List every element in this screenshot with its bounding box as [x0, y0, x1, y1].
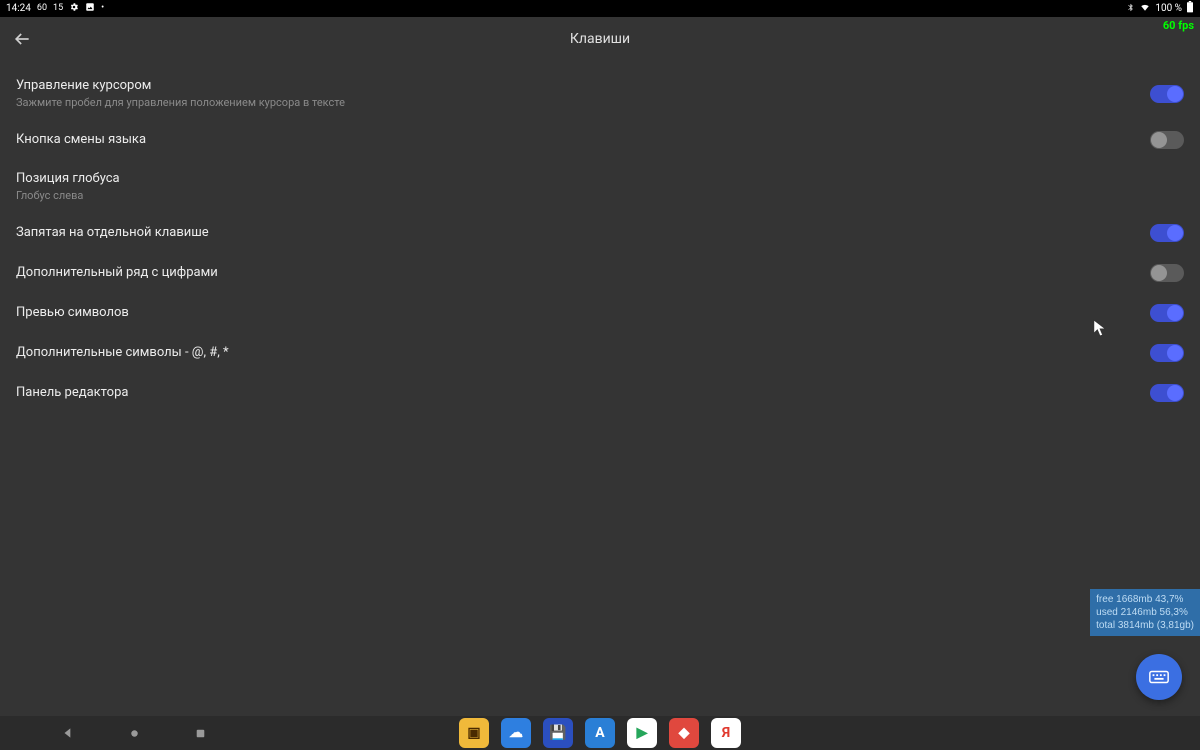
setting-title: Дополнительные символы - @, #, * [16, 344, 229, 362]
status-temp: 15 [53, 4, 63, 13]
setting-texts: Запятая на отдельной клавише [16, 224, 209, 242]
dock-play-store[interactable]: ▶ [627, 718, 657, 748]
setting-row[interactable]: Превью символов [0, 293, 1200, 333]
setting-row[interactable]: Кнопка смены языка [0, 120, 1200, 160]
setting-title: Превью символов [16, 304, 129, 322]
wifi-icon [1139, 2, 1151, 15]
back-button[interactable] [0, 17, 44, 61]
picture-icon [85, 2, 95, 15]
setting-row[interactable]: Управление курсоромЗажмите пробел для уп… [0, 67, 1200, 120]
setting-toggle[interactable] [1150, 131, 1184, 149]
setting-row[interactable]: Панель редактора [0, 373, 1200, 413]
setting-texts: Управление курсоромЗажмите пробел для уп… [16, 77, 345, 110]
dock-cloud-app[interactable]: ☁ [501, 718, 531, 748]
bluetooth-icon [1126, 2, 1135, 16]
setting-title: Дополнительный ряд с цифрами [16, 264, 218, 282]
setting-row[interactable]: Запятая на отдельной клавише [0, 213, 1200, 253]
setting-title: Позиция глобуса [16, 170, 120, 188]
status-left: 14:24 60 15 • [6, 2, 104, 15]
memory-overlay: free 1668mb 43,7% used 2146mb 56,3% tota… [1090, 589, 1200, 636]
setting-row[interactable]: Дополнительные символы - @, #, * [0, 333, 1200, 373]
setting-subtitle: Глобус слева [16, 189, 120, 203]
app-content: 60 fps Клавиши Управление курсоромЗажмит… [0, 17, 1200, 716]
setting-title: Управление курсором [16, 77, 345, 95]
setting-toggle[interactable] [1150, 85, 1184, 103]
setting-texts: Дополнительные символы - @, #, * [16, 344, 229, 362]
setting-title: Кнопка смены языка [16, 131, 146, 149]
gear-icon [69, 2, 79, 15]
setting-row[interactable]: Дополнительный ряд с цифрами [0, 253, 1200, 293]
setting-toggle[interactable] [1150, 384, 1184, 402]
setting-row[interactable]: Позиция глобусаГлобус слева [0, 160, 1200, 213]
mem-used: used 2146mb 56,3% [1096, 606, 1194, 619]
dot-icon: • [101, 4, 104, 13]
setting-toggle[interactable] [1150, 224, 1184, 242]
setting-texts: Превью символов [16, 304, 129, 322]
dock-anydesk[interactable]: ◆ [669, 718, 699, 748]
app-dock: ▣ ☁ 💾 A ▶ ◆ Я [459, 718, 741, 748]
app-bar: Клавиши [0, 17, 1200, 61]
status-time: 14:24 [6, 3, 31, 14]
setting-texts: Дополнительный ряд с цифрами [16, 264, 218, 282]
keyboard-fab[interactable] [1136, 654, 1182, 700]
setting-title: Панель редактора [16, 384, 128, 402]
setting-texts: Позиция глобусаГлобус слева [16, 170, 120, 203]
status-net: 60 [37, 4, 47, 13]
setting-texts: Кнопка смены языка [16, 131, 146, 149]
setting-toggle[interactable] [1150, 304, 1184, 322]
system-nav [60, 725, 208, 741]
page-title: Клавиши [0, 31, 1200, 47]
dock-a-app[interactable]: A [585, 718, 615, 748]
setting-toggle[interactable] [1150, 264, 1184, 282]
settings-list: Управление курсоромЗажмите пробел для уп… [0, 61, 1200, 419]
status-right: 100 % [1126, 1, 1194, 16]
status-battery-text: 100 % [1155, 3, 1182, 14]
mem-free: free 1668mb 43,7% [1096, 593, 1194, 606]
setting-toggle[interactable] [1150, 344, 1184, 362]
setting-subtitle: Зажмите пробел для управления положением… [16, 96, 345, 110]
navigation-bar: ▣ ☁ 💾 A ▶ ◆ Я [0, 716, 1200, 750]
nav-back-button[interactable] [60, 725, 76, 741]
nav-home-button[interactable] [126, 725, 142, 741]
mem-total: total 3814mb (3,81gb) [1096, 619, 1194, 632]
setting-texts: Панель редактора [16, 384, 128, 402]
dock-save-app[interactable]: 💾 [543, 718, 573, 748]
status-bar: 14:24 60 15 • 100 % [0, 0, 1200, 17]
dock-tv-app[interactable]: ▣ [459, 718, 489, 748]
battery-icon [1186, 1, 1194, 16]
nav-recents-button[interactable] [192, 725, 208, 741]
setting-title: Запятая на отдельной клавише [16, 224, 209, 242]
dock-yandex[interactable]: Я [711, 718, 741, 748]
